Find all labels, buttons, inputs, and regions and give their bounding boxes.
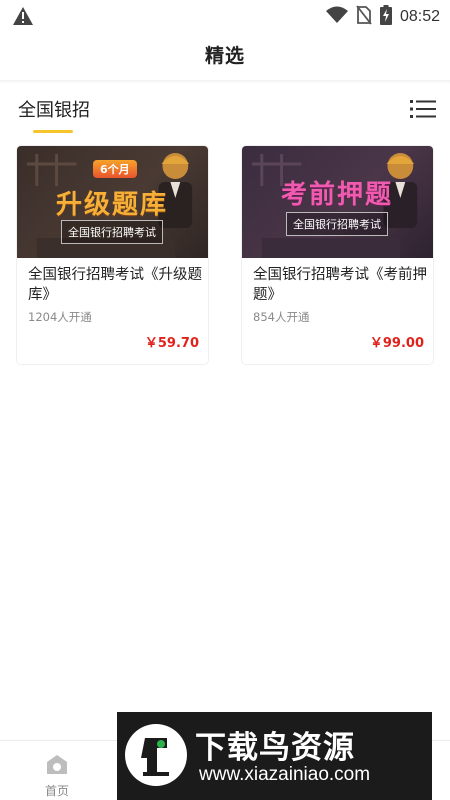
no-sim-icon (356, 5, 372, 29)
course-enrolled-count: 1204人开通 (28, 310, 92, 324)
category-bar: 全国银招 (0, 88, 450, 136)
home-icon (47, 755, 67, 774)
banner-subtitle-text: 全国银行招聘考试 (61, 220, 163, 244)
tab-active-indicator (33, 130, 73, 133)
course-enrolled-count: 854人开通 (253, 310, 310, 324)
watermark: 下载鸟资源 www.xiazainiao.com (117, 712, 432, 800)
status-bar: 08:52 (0, 0, 450, 32)
page-title: 精选 (204, 45, 245, 67)
banner-tag: 6个月 (93, 160, 137, 178)
header: 精选 (0, 34, 450, 78)
course-title: 全国银行招聘考试《考前押题》 (253, 267, 427, 303)
header-divider (0, 80, 450, 84)
battery-charging-icon (379, 5, 392, 29)
banner-subtitle: 全国银行招聘考试 (242, 212, 432, 236)
course-card[interactable]: 6个月 升级题库 全国银行招聘考试 全国银行招聘考试《升级题库》 1204人开通… (16, 145, 209, 365)
course-title: 全国银行招聘考试《升级题库》 (28, 267, 202, 303)
nav-home-label: 首页 (44, 784, 69, 798)
course-banner: 6个月 升级题库 全国银行招聘考试 (17, 146, 208, 258)
course-price: ￥59.70 (144, 336, 199, 351)
watermark-url: www.xiazainiao.com (199, 764, 371, 785)
course-price: ￥99.00 (369, 336, 424, 351)
course-list: 6个月 升级题库 全国银行招聘考试 全国银行招聘考试《升级题库》 1204人开通… (0, 145, 450, 375)
watermark-name: 下载鸟资源 (195, 730, 355, 766)
tab-category[interactable]: 全国银招 (18, 96, 90, 122)
course-banner: 考前押题 全国银行招聘考试 (242, 146, 433, 258)
course-card[interactable]: 考前押题 全国银行招聘考试 全国银行招聘考试《考前押题》 854人开通 ￥99.… (241, 145, 434, 365)
status-time: 08:52 (399, 8, 440, 25)
warning-icon (12, 6, 34, 30)
wifi-icon (325, 6, 348, 28)
banner-subtitle: 全国银行招聘考试 (17, 220, 207, 244)
banner-subtitle-text: 全国银行招聘考试 (286, 212, 388, 236)
watermark-logo (125, 724, 187, 786)
list-menu-icon[interactable] (410, 98, 436, 120)
banner-title: 考前押题 (280, 180, 393, 210)
nav-home[interactable]: 首页 (32, 747, 82, 798)
banner-title: 升级题库 (55, 190, 168, 220)
